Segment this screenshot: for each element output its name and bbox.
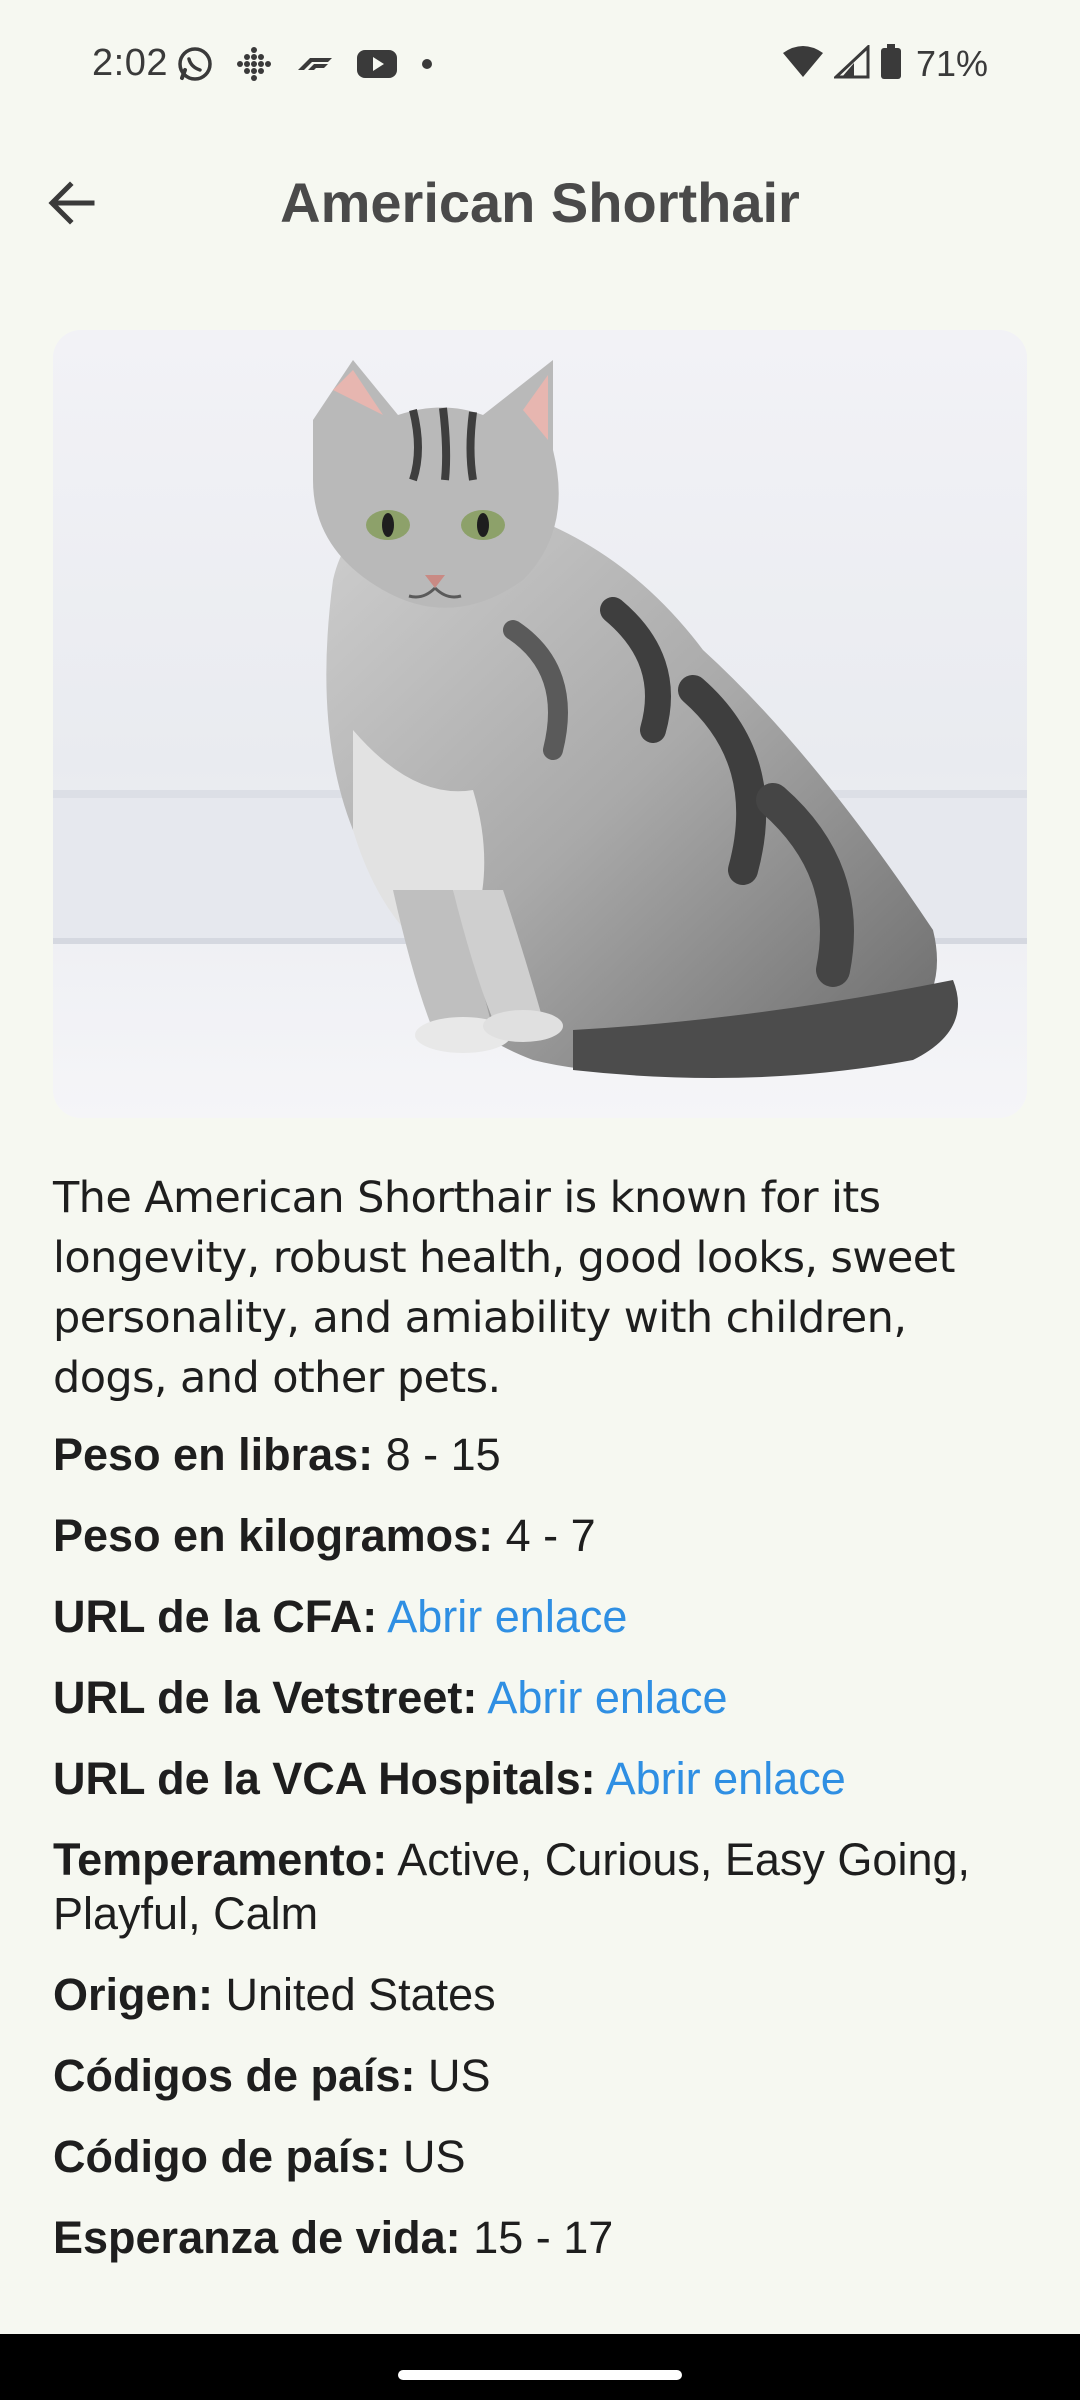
- system-nav-bar: [0, 2334, 1080, 2400]
- wifi-icon: [782, 45, 824, 84]
- country-code-label: Código de país:: [53, 2131, 391, 2182]
- weight-lbs-row: Peso en libras: 8 - 15: [53, 1428, 1027, 1482]
- weight-kg-value: 4 - 7: [505, 1510, 596, 1561]
- origin-row: Origen: United States: [53, 1968, 1027, 2022]
- weight-kg-label: Peso en kilogramos:: [53, 1510, 494, 1561]
- status-time: 2:02: [92, 42, 168, 84]
- origin-label: Origen:: [53, 1969, 214, 2020]
- battery-icon: [880, 43, 902, 85]
- vetstreet-url-label: URL de la Vetstreet:: [53, 1672, 478, 1723]
- dot-icon: [420, 57, 434, 76]
- vca-url-label: URL de la VCA Hospitals:: [53, 1753, 596, 1804]
- battery-percent: 71%: [915, 43, 988, 84]
- temperament-label: Temperamento:: [53, 1834, 388, 1885]
- country-codes-value: US: [428, 2050, 491, 2101]
- temperament-row: Temperamento: Active, Curious, Easy Goin…: [53, 1833, 1027, 1941]
- origin-value: United States: [225, 1969, 496, 2020]
- country-codes-row: Códigos de país: US: [53, 2049, 1027, 2103]
- weight-lbs-value: 8 - 15: [385, 1429, 501, 1480]
- page-title: American Shorthair: [280, 171, 800, 234]
- vetstreet-url-row: URL de la Vetstreet: Abrir enlace: [53, 1671, 1027, 1725]
- country-codes-label: Códigos de país:: [53, 2050, 416, 2101]
- grid-dots-icon: [236, 46, 272, 87]
- cfa-url-row: URL de la CFA: Abrir enlace: [53, 1590, 1027, 1644]
- weight-kg-row: Peso en kilogramos: 4 - 7: [53, 1509, 1027, 1563]
- life-span-label: Esperanza de vida:: [53, 2212, 461, 2263]
- country-code-row: Código de país: US: [53, 2130, 1027, 2184]
- youtube-icon: [356, 48, 398, 85]
- cfa-open-link[interactable]: Abrir enlace: [387, 1591, 627, 1642]
- breed-details: The American Shorthair is known for its …: [53, 1168, 1027, 2292]
- breed-photo: [53, 330, 1027, 1118]
- signal-icon: [832, 43, 870, 84]
- life-span-value: 15 - 17: [473, 2212, 614, 2263]
- status-bar: 2:02 71%: [0, 0, 1080, 134]
- country-code-value: US: [403, 2131, 466, 2182]
- whatsapp-icon: [176, 45, 214, 88]
- breed-description: The American Shorthair is known for its …: [53, 1173, 956, 1403]
- vca-url-row: URL de la VCA Hospitals: Abrir enlace: [53, 1752, 1027, 1806]
- app-bar: American Shorthair: [0, 150, 1080, 260]
- vetstreet-open-link[interactable]: Abrir enlace: [487, 1672, 727, 1723]
- cfa-url-label: URL de la CFA:: [53, 1591, 378, 1642]
- system-icons: 71%: [782, 43, 988, 85]
- vca-open-link[interactable]: Abrir enlace: [606, 1753, 846, 1804]
- home-indicator[interactable]: [398, 2370, 682, 2380]
- f1-icon: [294, 52, 334, 81]
- weight-lbs-label: Peso en libras:: [53, 1429, 374, 1480]
- notification-icons: [176, 46, 434, 86]
- life-span-row: Esperanza de vida: 15 - 17: [53, 2211, 1027, 2265]
